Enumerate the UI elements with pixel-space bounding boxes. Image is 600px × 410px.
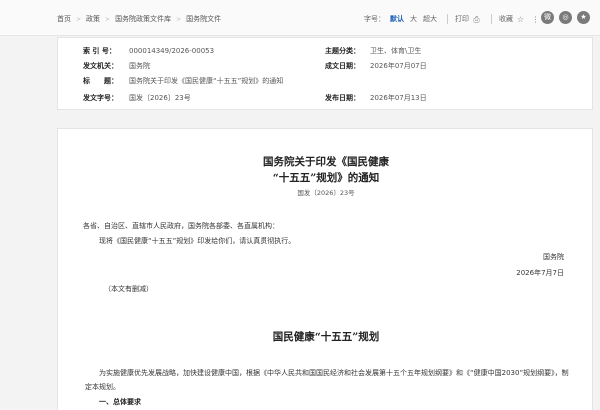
breadcrumb-policy-library[interactable]: 国务院政策文件库 (115, 14, 171, 24)
font-size-xlarge[interactable]: 超大 (423, 14, 437, 24)
toolbar-divider (447, 14, 448, 24)
meta-created-row: 成文日期： 2026年07月07日 (325, 61, 427, 71)
meta-created-label: 成文日期： (325, 62, 360, 70)
qzone-icon[interactable]: ★ (577, 11, 590, 24)
article-addressee: 各省、自治区、直辖市人民政府，国务院各部委、各直属机构： (83, 222, 279, 230)
meta-title-value: 国务院关于印发《国民健康“十五五”规划》的通知 (129, 77, 284, 85)
toolbar-divider (491, 14, 492, 24)
font-size-label: 字号： (364, 15, 385, 23)
meta-index-value: 000014349/2026-00053 (129, 47, 215, 55)
meta-index-label: 索 引 号： (83, 47, 116, 55)
article-note: （本文有删减） (104, 285, 153, 293)
article-body-paragraph: 现将《国民健康“十五五”规划》印发给你们，请认真贯彻执行。 (99, 237, 296, 245)
font-size-large[interactable]: 大 (410, 14, 417, 24)
article-doc-number: 国发〔2026〕23号 (297, 189, 355, 197)
article-title-line1: 国务院关于印发《国民健康 (263, 156, 389, 168)
breadcrumb-separator: > (76, 15, 82, 23)
breadcrumb-separator: > (176, 15, 182, 23)
section-heading-general-requirements: 一、总体要求 (99, 398, 141, 406)
meta-index-row: 索 引 号： 000014349/2026-00053 (83, 46, 214, 56)
breadcrumb-policy[interactable]: 政策 (86, 14, 100, 24)
article-title-line2: “十五五”规划》的通知 (272, 172, 380, 184)
meta-category-row: 主题分类： 卫生、体育\卫生 (325, 46, 421, 56)
breadcrumb-home[interactable]: 首页 (57, 14, 71, 24)
meta-created-value: 2026年07月07日 (370, 62, 427, 70)
more-icon[interactable]: ⋮ (531, 15, 540, 24)
top-toolbar: 首页 > 政策 > 国务院政策文件库 > 国务院文件 字号： 默认 大 超大 打… (0, 0, 600, 36)
article-signer: 国务院 (543, 253, 564, 261)
plan-intro-paragraph: 为实施健康优先发展战略，加快建设健康中国，根据《中华人民共和国国民经济和社会发展… (85, 369, 569, 391)
document-metadata-panel: 索 引 号： 000014349/2026-00053 主题分类： 卫生、体育\卫生… (57, 37, 593, 110)
share-buttons: 微 ◎ ★ (541, 11, 590, 24)
meta-issuer-value: 国务院 (129, 62, 150, 70)
breadcrumb-separator: > (105, 15, 111, 23)
breadcrumb: 首页 > 政策 > 国务院政策文件库 > 国务院文件 (57, 14, 221, 24)
meta-title-row: 标 题： 国务院关于印发《国民健康“十五五”规划》的通知 (83, 76, 283, 86)
meta-docno-row: 发文字号： 国发〔2026〕23号 (83, 93, 191, 103)
breadcrumb-state-council-docs[interactable]: 国务院文件 (186, 14, 221, 24)
page-tools: 字号： 默认 大 超大 打印 ⎙ 收藏 ☆ ⋮ (364, 14, 543, 24)
meta-title-label: 标 题： (83, 77, 118, 85)
weibo-icon[interactable]: 微 (541, 11, 554, 24)
star-icon[interactable]: ☆ (516, 15, 525, 24)
meta-issuer-label: 发文机关： (83, 62, 118, 70)
article-date: 2026年7月7日 (516, 269, 564, 277)
favorite-button[interactable]: 收藏 (499, 14, 513, 24)
article-body: 国务院关于印发《国民健康 “十五五”规划》的通知 国发〔2026〕23号 各省、… (57, 128, 593, 410)
meta-category-value: 卫生、体育\卫生 (370, 47, 422, 55)
meta-published-row: 发布日期： 2026年07月13日 (325, 93, 427, 103)
print-icon[interactable]: ⎙ (472, 15, 481, 24)
font-size-default[interactable]: 默认 (390, 14, 404, 24)
wechat-icon[interactable]: ◎ (559, 11, 572, 24)
print-button[interactable]: 打印 (455, 14, 469, 24)
meta-published-value: 2026年07月13日 (370, 94, 427, 102)
meta-published-label: 发布日期： (325, 94, 360, 102)
meta-docno-value: 国发〔2026〕23号 (129, 94, 191, 102)
meta-docno-label: 发文字号： (83, 94, 118, 102)
meta-category-label: 主题分类： (325, 47, 360, 55)
meta-issuer-row: 发文机关： 国务院 (83, 61, 150, 71)
plan-title: 国民健康“十五五”规划 (272, 331, 380, 343)
